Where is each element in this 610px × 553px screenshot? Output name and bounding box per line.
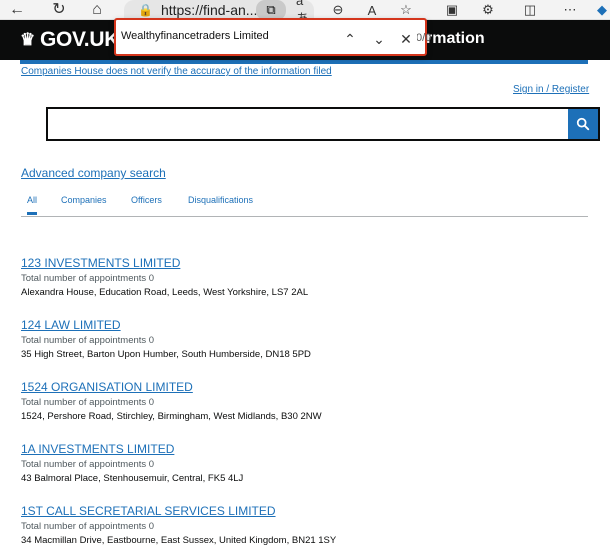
list-item: 1524 ORGANISATION LIMITED Total number o…	[21, 380, 589, 442]
result-address: Alexandra House, Education Road, Leeds, …	[21, 287, 309, 298]
split-screen-icon[interactable]: ◫	[520, 1, 540, 19]
back-arrow-icon[interactable]: ←	[6, 0, 28, 20]
result-title-link[interactable]: 1A INVESTMENTS LIMITED	[21, 442, 589, 457]
govuk-logo[interactable]: ♛ GOV.UK	[20, 20, 119, 60]
search-button[interactable]	[568, 109, 598, 139]
find-match-count: 0/0	[416, 32, 432, 44]
extension-icon[interactable]: ▣	[442, 1, 462, 19]
list-item: 123 INVESTMENTS LIMITED Total number of …	[21, 256, 589, 318]
service-name[interactable]: rmation	[426, 30, 485, 48]
result-appointments: Total number of appointments 0	[21, 397, 155, 408]
copilot-icon[interactable]: ◆	[592, 1, 610, 19]
find-input[interactable]	[121, 30, 321, 42]
refresh-icon[interactable]: ↻	[48, 0, 70, 20]
logo-text: GOV.UK	[39, 28, 120, 51]
search-box	[46, 107, 600, 141]
tab-companies[interactable]: Companies	[61, 195, 107, 205]
tab-disqualifications[interactable]: Disqualifications	[188, 195, 253, 205]
read-aloud-a-icon[interactable]: A	[362, 1, 382, 19]
find-previous-icon[interactable]: ⌃	[339, 27, 361, 51]
more-icon[interactable]: ⋯	[560, 1, 580, 19]
read-aloud-icon[interactable]: aあ	[296, 0, 316, 26]
search-icon	[576, 117, 590, 131]
result-address: 43 Balmoral Place, Stenhousemuir, Centra…	[21, 473, 244, 484]
tab-all[interactable]: All	[27, 195, 38, 215]
tab-officers[interactable]: Officers	[131, 195, 162, 205]
list-item: 124 LAW LIMITED Total number of appointm…	[21, 318, 589, 380]
home-icon[interactable]: ⌂	[86, 0, 108, 20]
search-input[interactable]	[48, 109, 570, 139]
result-appointments: Total number of appointments 0	[21, 521, 155, 532]
result-address: 35 High Street, Barton Upon Humber, Sout…	[21, 349, 311, 360]
zoom-icon[interactable]: ⊖	[328, 1, 348, 19]
list-item: 1ST CALL SECRETARIAL SERVICES LIMITED To…	[21, 504, 589, 553]
address-url: https://find-an...	[160, 2, 258, 18]
find-next-icon[interactable]: ⌄	[368, 27, 390, 51]
result-title-link[interactable]: 1ST CALL SECRETARIAL SERVICES LIMITED	[21, 504, 589, 519]
header-accent-bar	[20, 60, 588, 64]
find-close-icon[interactable]: ✕	[395, 27, 417, 51]
crown-icon: ♛	[20, 30, 35, 49]
lock-icon: 🔒	[138, 3, 153, 17]
result-appointments: Total number of appointments 0	[21, 335, 155, 346]
result-title-link[interactable]: 1524 ORGANISATION LIMITED	[21, 380, 589, 395]
result-address: 34 Macmillan Drive, Eastbourne, East Sus…	[21, 535, 337, 546]
advanced-search-link[interactable]: Advanced company search	[21, 166, 166, 180]
result-title-link[interactable]: 123 INVESTMENTS LIMITED	[21, 256, 589, 271]
result-title-link[interactable]: 124 LAW LIMITED	[21, 318, 589, 333]
browser-toolbar: ← ↻ ⌂ 🔒 https://find-an... ⧉ aあ ⊖ A ☆ ▣ …	[0, 0, 610, 26]
result-appointments: Total number of appointments 0	[21, 273, 155, 284]
puzzle-icon[interactable]: ⚙	[478, 1, 498, 19]
results-list: 123 INVESTMENTS LIMITED Total number of …	[21, 256, 589, 553]
results-tabs: All Companies Officers Disqualifications	[21, 195, 588, 217]
list-item: 1A INVESTMENTS LIMITED Total number of a…	[21, 442, 589, 504]
favorite-star-icon[interactable]: ☆	[396, 1, 416, 19]
result-address: 1524, Pershore Road, Stirchley, Birmingh…	[21, 411, 322, 422]
disclaimer-link[interactable]: Companies House does not verify the accu…	[21, 66, 332, 77]
immersive-reader-icon[interactable]: ⧉	[256, 0, 286, 20]
sign-in-link[interactable]: Sign in / Register	[513, 84, 589, 95]
result-appointments: Total number of appointments 0	[21, 459, 155, 470]
